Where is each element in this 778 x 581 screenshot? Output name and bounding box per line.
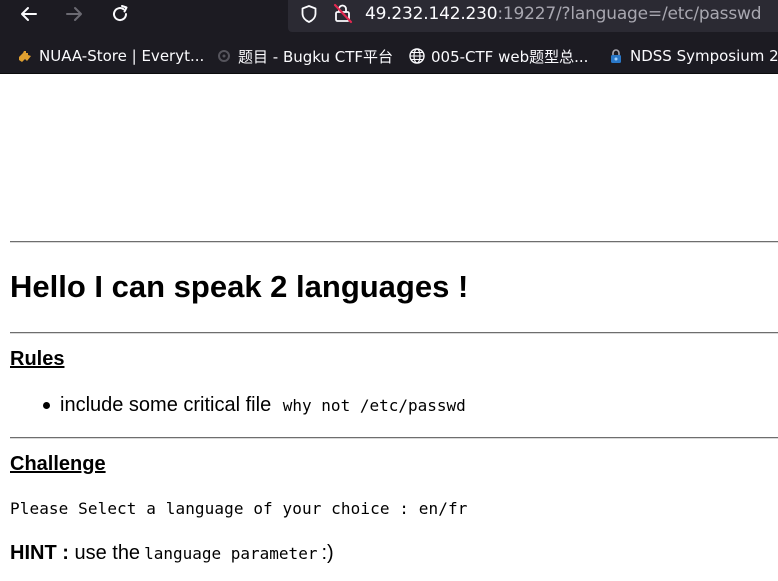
ndss-icon (608, 48, 624, 64)
reload-icon (113, 5, 128, 22)
horizontal-rule (10, 332, 778, 334)
bullet-icon (43, 402, 50, 409)
reload-button[interactable] (108, 2, 132, 26)
rule-text: include some critical file (60, 394, 272, 416)
hint-suffix: :) (321, 542, 334, 564)
navigation-bar: 49.232.142.230:19227/?language=/etc/pass… (0, 0, 778, 40)
browser-chrome: 49.232.142.230:19227/?language=/etc/pass… (0, 0, 778, 74)
horizontal-rule (10, 241, 778, 243)
puzzle-piece-icon (17, 48, 33, 64)
bookmark-label: 005-CTF web题型总... (431, 47, 589, 66)
bookmark-ctf-web[interactable]: 005-CTF web题型总... (409, 46, 588, 66)
url-path: :19227/?language=/etc/passwd (497, 4, 762, 24)
hint-label: HINT : (10, 542, 69, 564)
bookmark-nuaa-store[interactable]: NUAA-Store | Everyt... (17, 46, 204, 66)
hint-code: language parameter (144, 544, 318, 563)
challenge-text: Please Select a language of your choice … (10, 499, 468, 518)
horizontal-rule (10, 437, 778, 439)
shield-icon[interactable] (299, 4, 319, 24)
bookmark-label: NUAA-Store | Everyt... (39, 47, 205, 65)
insecure-lock-icon[interactable] (332, 2, 354, 24)
rule-code: why not /etc/passwd (282, 396, 466, 415)
url-bar[interactable]: 49.232.142.230:19227/?language=/etc/pass… (288, 0, 778, 32)
page-title: Hello I can speak 2 languages ! (10, 269, 469, 304)
back-button[interactable] (17, 2, 41, 26)
bugku-icon (216, 48, 232, 64)
bookmark-label: NDSS Symposium 2... (630, 47, 778, 65)
hint: HINT : use the language parameter:) (10, 540, 334, 567)
url-host: 49.232.142.230 (365, 4, 498, 24)
rules-heading: Rules (10, 348, 65, 370)
globe-icon (409, 48, 425, 64)
bookmark-ndss[interactable]: NDSS Symposium 2... (608, 46, 778, 66)
arrow-left-icon (21, 7, 37, 21)
hint-prefix: use the (74, 542, 141, 564)
rules-list: include some critical file why not /etc/… (40, 392, 466, 419)
bookmarks-bar: NUAA-Store | Everyt... 题目 - Bugku CTF平台 … (0, 40, 778, 73)
challenge-heading: Challenge (10, 453, 106, 475)
forward-button[interactable] (62, 2, 86, 26)
page-content: Hello I can speak 2 languages ! Rules in… (0, 74, 778, 581)
list-item: include some critical file why not /etc/… (40, 392, 466, 419)
bookmark-label: 题目 - Bugku CTF平台 (238, 47, 394, 66)
bookmark-bugku[interactable]: 题目 - Bugku CTF平台 (216, 46, 393, 66)
url-text[interactable]: 49.232.142.230:19227/?language=/etc/pass… (365, 3, 761, 25)
arrow-right-icon (66, 7, 82, 21)
